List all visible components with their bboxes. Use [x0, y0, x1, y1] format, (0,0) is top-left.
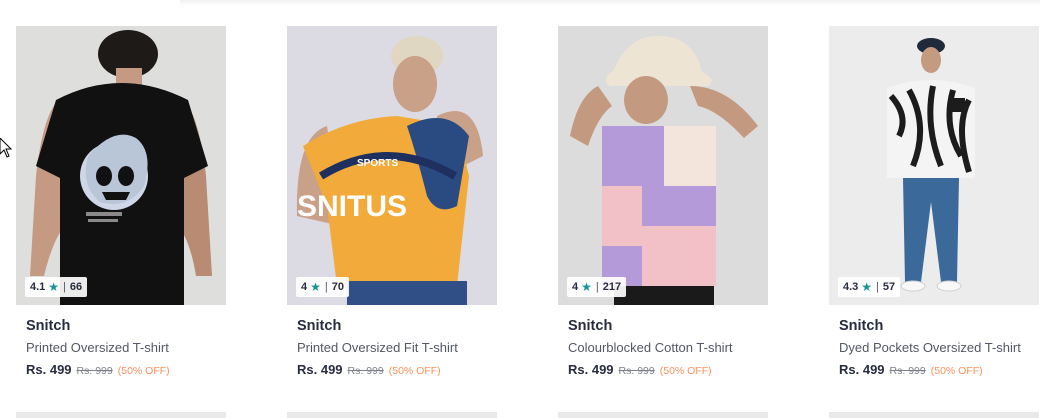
- star-icon: ★: [48, 280, 60, 294]
- star-icon: ★: [581, 280, 592, 294]
- product-brand[interactable]: Snitch: [16, 317, 226, 335]
- rating-badge: 4 ★ | 217: [567, 277, 627, 297]
- mouse-pointer-icon: [0, 137, 13, 163]
- rating-count: 70: [331, 281, 344, 293]
- rating-count: 66: [69, 281, 83, 293]
- product-card[interactable]: 4.3 ★ | 57 Snitch Dyed Pockets Oversized…: [829, 26, 1039, 377]
- rating-count: 217: [602, 281, 622, 293]
- price-row: Rs. 499 Rs. 999 (50% OFF): [287, 362, 497, 377]
- product-discount: (50% OFF): [388, 365, 441, 377]
- product-discount: (50% OFF): [930, 365, 983, 377]
- svg-text:SNITUS: SNITUS: [297, 190, 407, 223]
- product-brand[interactable]: Snitch: [287, 317, 497, 335]
- rating-value: 4: [301, 281, 308, 293]
- product-image[interactable]: 4 ★ | 217: [558, 26, 768, 305]
- product-card-peek[interactable]: [16, 412, 226, 418]
- product-mrp: Rs. 999: [618, 365, 655, 377]
- product-image[interactable]: 4.3 ★ | 57: [829, 26, 1039, 305]
- product-price: Rs. 499: [297, 362, 343, 377]
- product-card-peek[interactable]: [558, 412, 768, 418]
- product-mrp: Rs. 999: [76, 365, 113, 377]
- product-listing-page: 4.1 ★ | 66 Snitch Printed Oversized T-sh…: [0, 0, 1063, 418]
- star-icon: ★: [310, 280, 321, 294]
- rating-value: 4: [572, 281, 579, 293]
- product-price: Rs. 499: [26, 362, 72, 377]
- star-icon: ★: [861, 280, 873, 294]
- product-price: Rs. 499: [839, 362, 885, 377]
- product-name[interactable]: Colourblocked Cotton T-shirt: [558, 339, 768, 356]
- product-card[interactable]: 4.1 ★ | 66 Snitch Printed Oversized T-sh…: [16, 26, 226, 377]
- rating-badge: 4 ★ | 70: [296, 277, 349, 297]
- product-grid: 4.1 ★ | 66 Snitch Printed Oversized T-sh…: [16, 26, 1039, 377]
- product-card-peek[interactable]: [829, 412, 1039, 418]
- rating-value: 4.3: [843, 281, 859, 293]
- product-name[interactable]: Printed Oversized T-shirt: [16, 339, 226, 356]
- rating-count: 57: [882, 281, 896, 293]
- product-card-peek[interactable]: [287, 412, 497, 418]
- product-image[interactable]: SPORTS SNITUS 4 ★ | 70: [287, 26, 497, 305]
- product-image[interactable]: 4.1 ★ | 66: [16, 26, 226, 305]
- product-price: Rs. 499: [568, 362, 614, 377]
- product-card[interactable]: SPORTS SNITUS 4 ★ | 70 Snitch Printed Ov…: [287, 26, 497, 377]
- header-shadow: [180, 0, 1040, 6]
- product-brand[interactable]: Snitch: [829, 317, 1039, 335]
- product-mrp: Rs. 999: [889, 365, 926, 377]
- rating-separator: |: [876, 281, 879, 293]
- rating-value: 4.1: [30, 281, 46, 293]
- rating-badge: 4.1 ★ | 66: [25, 277, 88, 297]
- product-mrp: Rs. 999: [347, 365, 384, 377]
- price-row: Rs. 499 Rs. 999 (50% OFF): [829, 362, 1039, 377]
- rating-separator: |: [324, 281, 328, 293]
- rating-separator: |: [595, 281, 599, 293]
- product-discount: (50% OFF): [659, 365, 712, 377]
- product-card[interactable]: 4 ★ | 217 Snitch Colourblocked Cotton T-…: [558, 26, 768, 377]
- product-brand[interactable]: Snitch: [558, 317, 768, 335]
- product-name[interactable]: Dyed Pockets Oversized T-shirt: [829, 339, 1039, 356]
- next-row-cards-peek: [16, 412, 1039, 418]
- price-row: Rs. 499 Rs. 999 (50% OFF): [16, 362, 226, 377]
- svg-text:SPORTS: SPORTS: [357, 158, 398, 169]
- product-name[interactable]: Printed Oversized Fit T-shirt: [287, 339, 497, 356]
- price-row: Rs. 499 Rs. 999 (50% OFF): [558, 362, 768, 377]
- rating-separator: |: [63, 281, 66, 293]
- product-discount: (50% OFF): [117, 365, 170, 377]
- rating-badge: 4.3 ★ | 57: [838, 277, 901, 297]
